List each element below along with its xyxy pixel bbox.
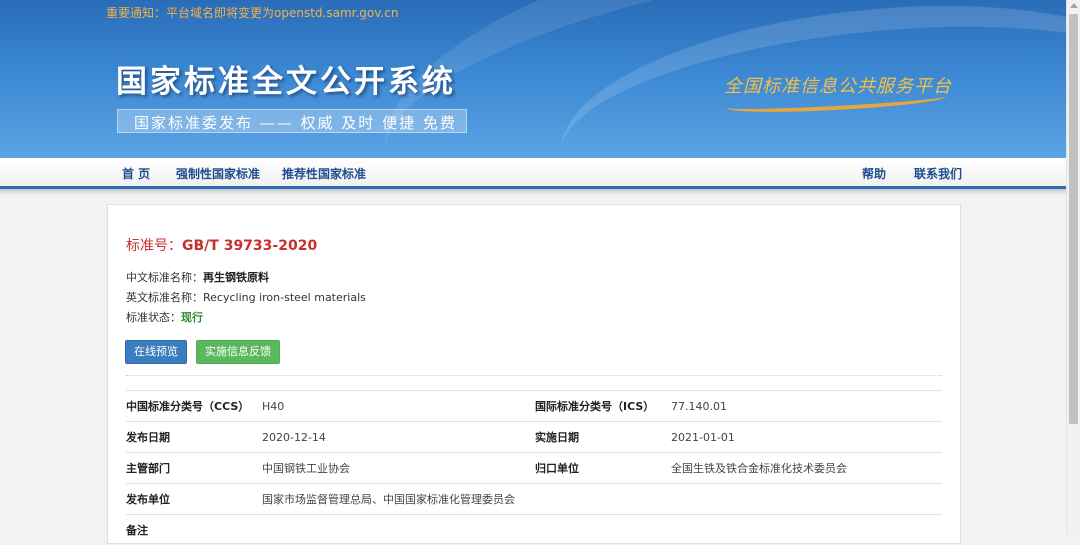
ccs-value: H40 xyxy=(262,391,535,422)
nav-mandatory-standards[interactable]: 强制性国家标准 xyxy=(176,165,260,182)
remark-label: 备注 xyxy=(126,515,262,545)
standard-number-value: GB/T 39733-2020 xyxy=(182,238,317,254)
section-divider xyxy=(126,375,942,376)
main-nav: 首 页 强制性国家标准 推荐性国家标准 帮助 联系我们 xyxy=(0,158,1066,189)
owner-value: 全国生铁及铁合金标准化技术委员会 xyxy=(671,453,942,484)
ics-label: 国际标准分类号（ICS） xyxy=(535,391,671,422)
domain-change-notice: 重要通知：平台域名即将变更为openstd.samr.gov.cn xyxy=(106,4,398,21)
header-banner: 重要通知：平台域名即将变更为openstd.samr.gov.cn 国家标准全文… xyxy=(0,0,1066,158)
remark-value xyxy=(262,515,942,545)
nav-recommended-standards[interactable]: 推荐性国家标准 xyxy=(282,165,366,182)
standard-detail-panel: 标准号：GB/T 39733-2020 中文标准名称：再生钢铁原料 英文标准名称… xyxy=(107,204,961,544)
publisher-value: 国家市场监督管理总局、中国国家标准化管理委员会 xyxy=(262,484,942,515)
authority-label: 主管部门 xyxy=(126,453,262,484)
ccs-label: 中国标准分类号（CCS） xyxy=(126,391,262,422)
nav-shadow-decoration xyxy=(0,189,1066,195)
nav-home[interactable]: 首 页 xyxy=(122,165,150,182)
standard-number: 标准号：GB/T 39733-2020 xyxy=(126,235,317,255)
implement-date-value: 2021-01-01 xyxy=(671,422,942,453)
owner-label: 归口单位 xyxy=(535,453,671,484)
slogan-text: 国家标准委发布 —— 权威 及时 便捷 免费 xyxy=(134,112,457,133)
status-label: 标准状态： xyxy=(126,311,181,324)
english-name-value: Recycling iron-steel materials xyxy=(203,291,366,304)
scrollbar-thumb[interactable] xyxy=(1069,14,1078,424)
table-row: 发布日期 2020-12-14 实施日期 2021-01-01 xyxy=(126,422,942,453)
english-name-field: 英文标准名称：Recycling iron-steel materials xyxy=(126,289,366,305)
authority-value: 中国钢铁工业协会 xyxy=(262,453,535,484)
nav-help[interactable]: 帮助 xyxy=(862,165,886,182)
status-badge: 现行 xyxy=(181,311,203,324)
status-field: 标准状态：现行 xyxy=(126,309,203,325)
system-title: 国家标准全文公开系统 xyxy=(116,56,456,101)
nav-contact-us[interactable]: 联系我们 xyxy=(914,165,962,182)
table-row: 中国标准分类号（CCS） H40 国际标准分类号（ICS） 77.140.01 xyxy=(126,391,942,422)
table-row: 发布单位 国家市场监督管理总局、中国国家标准化管理委员会 xyxy=(126,484,942,515)
publish-date-label: 发布日期 xyxy=(126,422,262,453)
publisher-label: 发布单位 xyxy=(126,484,262,515)
standard-number-label: 标准号： xyxy=(126,238,182,254)
chinese-name-value: 再生钢铁原料 xyxy=(203,271,269,284)
online-preview-button[interactable]: 在线预览 xyxy=(125,340,187,364)
chinese-name-field: 中文标准名称：再生钢铁原料 xyxy=(126,269,269,285)
page-scrollbar[interactable] xyxy=(1066,0,1080,534)
table-row: 主管部门 中国钢铁工业协会 归口单位 全国生铁及铁合金标准化技术委员会 xyxy=(126,453,942,484)
table-row: 备注 xyxy=(126,515,942,545)
english-name-label: 英文标准名称： xyxy=(126,291,203,304)
scroll-up-arrow-icon[interactable] xyxy=(1070,3,1078,8)
publish-date-value: 2020-12-14 xyxy=(262,422,535,453)
implementation-feedback-button[interactable]: 实施信息反馈 xyxy=(196,340,280,364)
implement-date-label: 实施日期 xyxy=(535,422,671,453)
standard-info-table: 中国标准分类号（CCS） H40 国际标准分类号（ICS） 77.140.01 … xyxy=(126,390,942,545)
ics-value: 77.140.01 xyxy=(671,391,942,422)
chinese-name-label: 中文标准名称： xyxy=(126,271,203,284)
